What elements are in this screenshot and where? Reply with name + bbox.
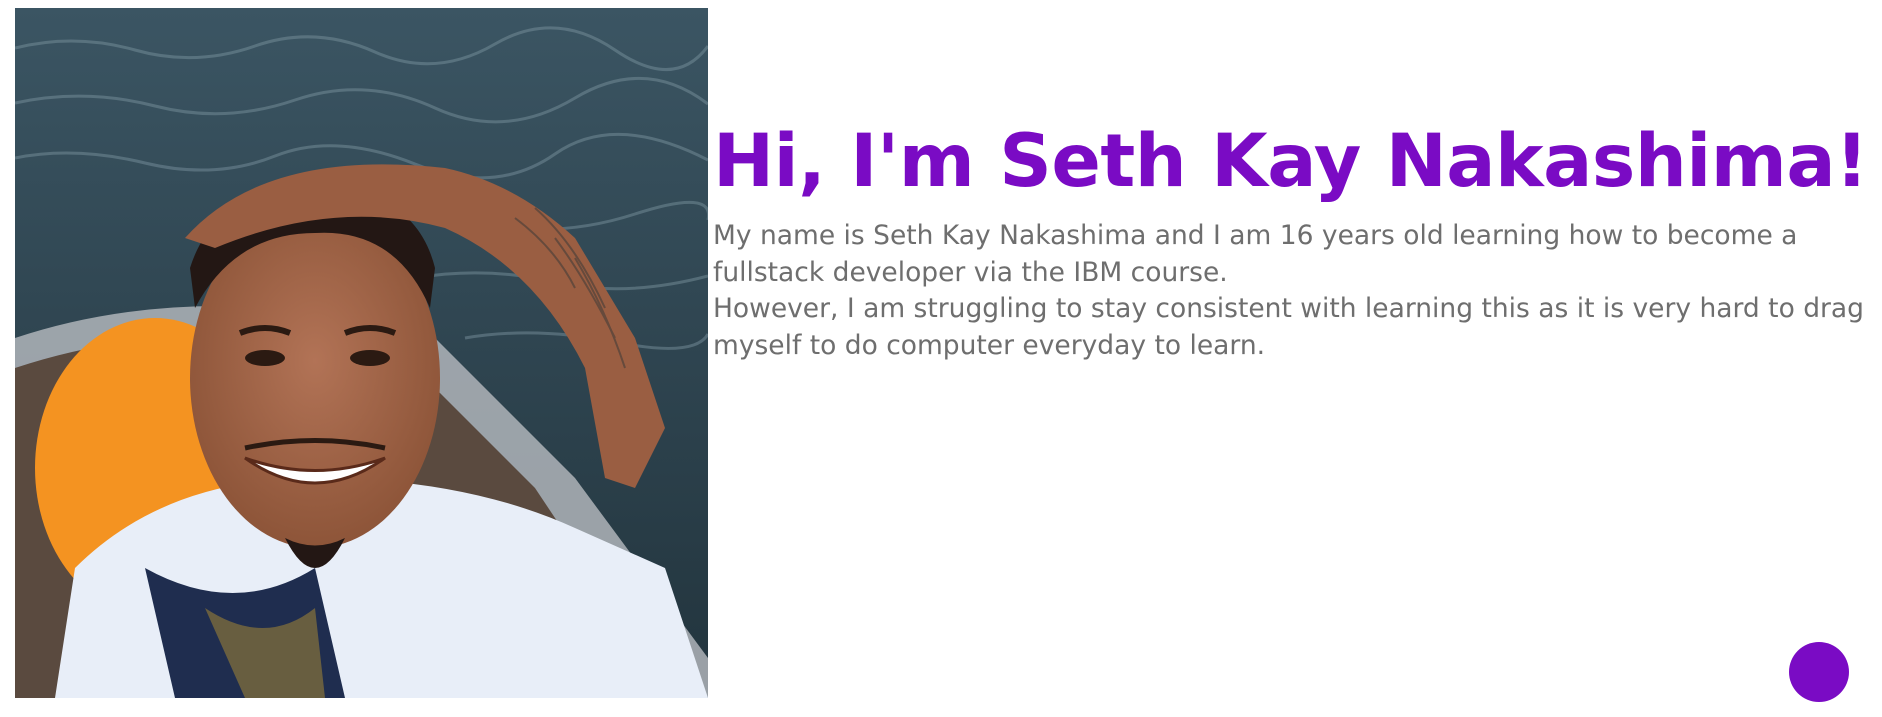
heading-row: Hi, I'm Seth Kay Nakashima! (713, 112, 1873, 212)
page: Hi, I'm Seth Kay Nakashima! My name is S… (0, 0, 1882, 717)
intro-section: Hi, I'm Seth Kay Nakashima! My name is S… (713, 112, 1873, 364)
page-title: Hi, I'm Seth Kay Nakashima! (713, 119, 1868, 204)
bio-text: My name is Seth Kay Nakashima and I am 1… (713, 218, 1873, 364)
profile-photo (15, 8, 708, 698)
bio-paragraph-1: My name is Seth Kay Nakashima and I am 1… (713, 220, 1798, 288)
floating-action-button[interactable] (1789, 642, 1849, 702)
bio-paragraph-2: However, I am struggling to stay consist… (713, 293, 1864, 361)
